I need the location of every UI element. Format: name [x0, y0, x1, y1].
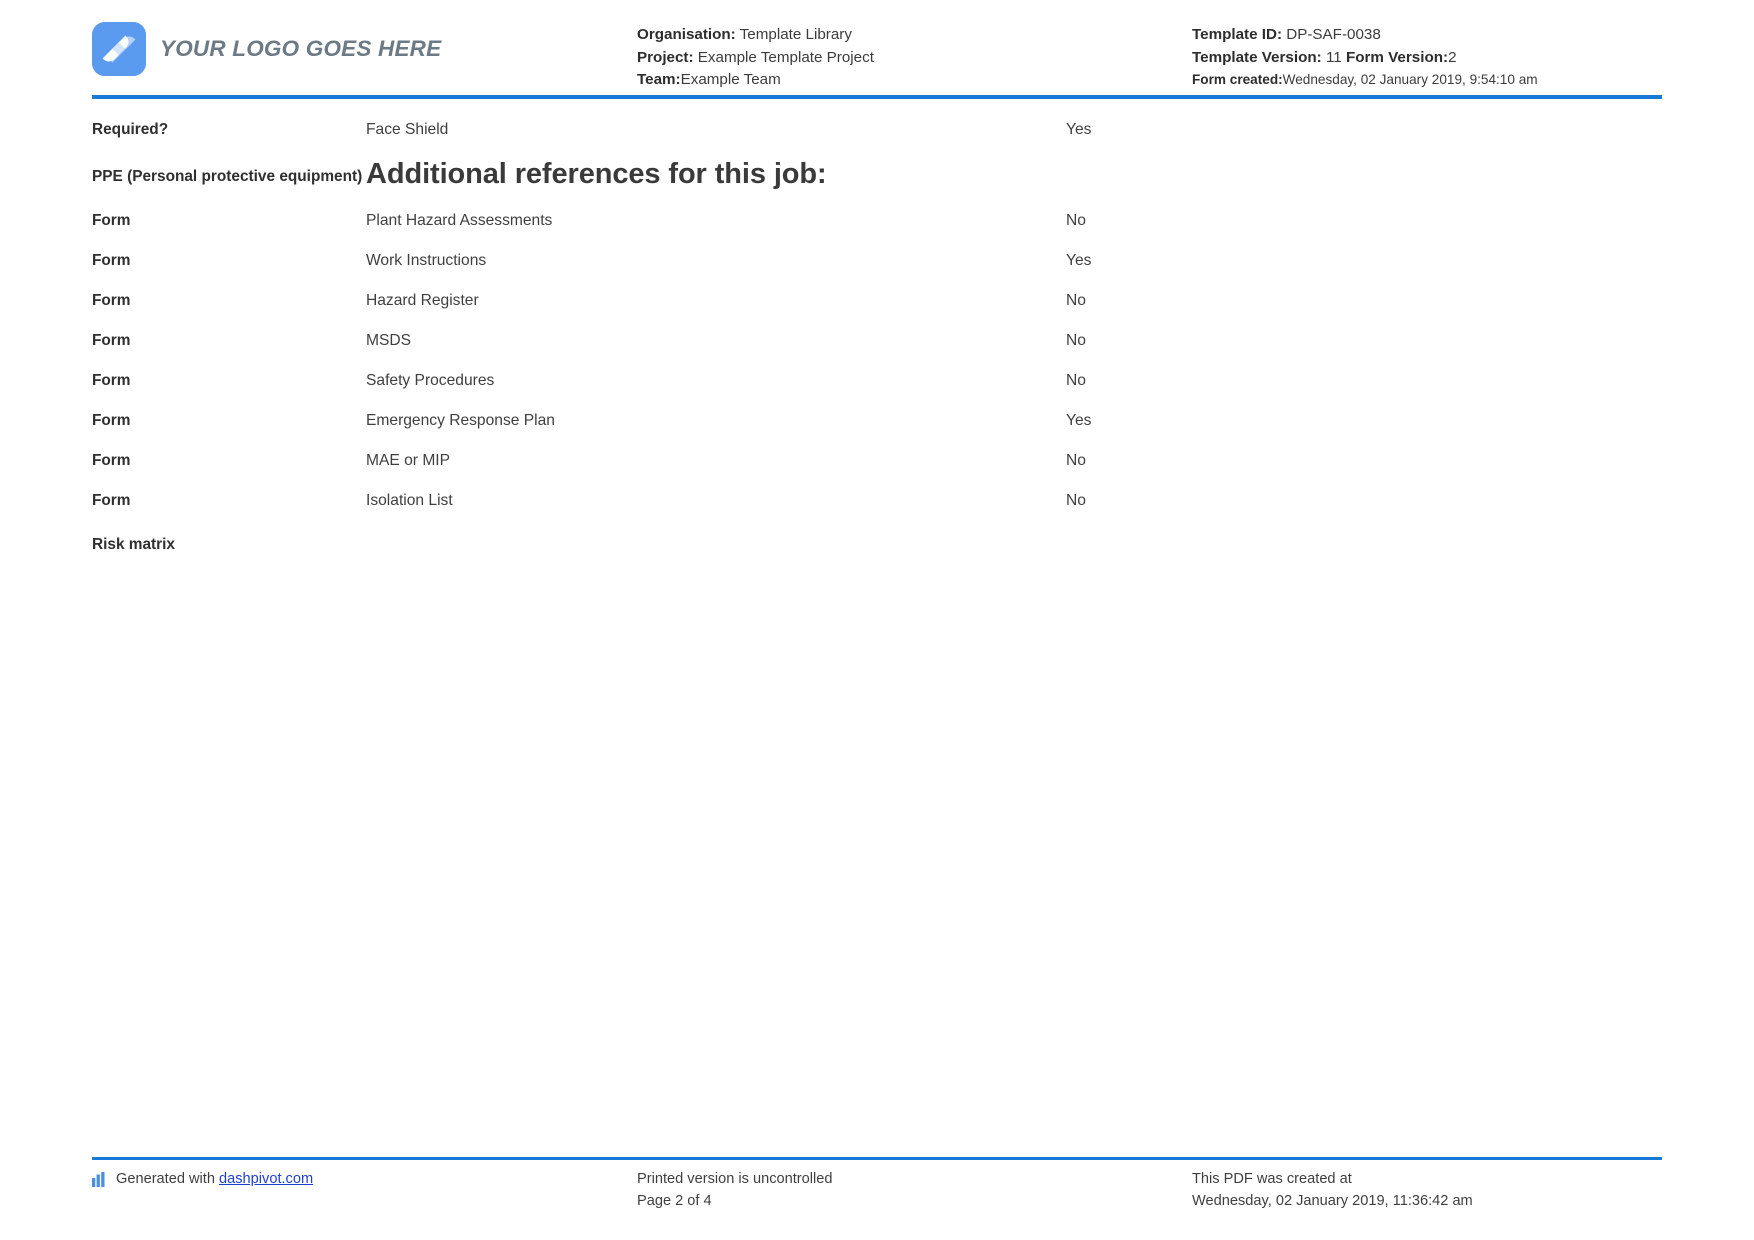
- row-value: Hazard Register: [366, 292, 479, 309]
- table-row: Form Isolation List No: [92, 471, 1662, 511]
- row-value: Work Instructions: [366, 252, 487, 269]
- row-value: Plant Hazard Assessments: [366, 212, 553, 229]
- row-label: Risk matrix: [92, 536, 175, 553]
- row-value: Isolation List: [366, 492, 453, 509]
- row-answer: No: [1066, 452, 1086, 469]
- footer-generated-block: Generated with dashpivot.com: [92, 1168, 637, 1190]
- row-label: Form: [92, 452, 131, 469]
- table-row: Form Work Instructions Yes: [92, 231, 1662, 271]
- table-row: Form Safety Procedures No: [92, 351, 1662, 391]
- document-header: YOUR LOGO GOES HERE Organisation: Templa…: [92, 0, 1662, 98]
- template-version-line: Template Version: 11 Form Version:2: [1192, 47, 1662, 70]
- row-answer: No: [1066, 212, 1086, 229]
- row-label: Form: [92, 412, 131, 429]
- table-row: Form MSDS No: [92, 311, 1662, 351]
- template-version-label: Template Version:: [1192, 48, 1322, 66]
- row-answer: No: [1066, 292, 1086, 309]
- row-answer: Yes: [1066, 252, 1092, 269]
- logo-text: YOUR LOGO GOES HERE: [160, 36, 442, 61]
- printed-notice: Printed version is uncontrolled: [637, 1171, 833, 1187]
- project-line: Project: Example Template Project: [637, 47, 1192, 70]
- row-value: MSDS: [366, 332, 412, 349]
- page-number: Page 2 of 4: [637, 1193, 712, 1209]
- table-row: PPE (Personal protective equipment) Addi…: [92, 140, 1662, 191]
- project-value: Example Template Project: [697, 48, 874, 66]
- row-value: MAE or MIP: [366, 452, 451, 469]
- document-footer: Generated with dashpivot.com Printed ver…: [92, 1168, 1662, 1212]
- row-answer: Yes: [1066, 121, 1092, 138]
- dashpivot-link[interactable]: dashpivot.com: [219, 1171, 313, 1187]
- form-version-label: Form Version:: [1345, 48, 1449, 66]
- row-answer: No: [1066, 372, 1086, 389]
- form-created-line: Form created:Wednesday, 02 January 2019,…: [1192, 69, 1662, 92]
- footer-generated-text: Generated with dashpivot.com: [116, 1168, 313, 1190]
- footer-generated-prefix: Generated with: [116, 1171, 220, 1187]
- row-label: Form: [92, 212, 131, 229]
- organisation-label: Organisation:: [637, 26, 736, 43]
- row-label: Required?: [92, 121, 169, 138]
- template-id-line: Template ID: DP-SAF-0038: [1192, 24, 1662, 47]
- footer-print-block: Printed version is uncontrolled Page 2 o…: [637, 1168, 1192, 1212]
- row-value: Face Shield: [366, 121, 449, 138]
- row-label: Form: [92, 332, 131, 349]
- template-id-value: DP-SAF-0038: [1286, 26, 1381, 43]
- organisation-value: Template Library: [739, 26, 852, 43]
- row-value: Additional references for this job:: [366, 158, 1066, 191]
- team-label: Team:: [637, 71, 681, 89]
- form-created-label: Form created:: [1192, 72, 1283, 88]
- pdf-created-label: This PDF was created at: [1192, 1171, 1352, 1187]
- row-answer: Yes: [1066, 412, 1092, 429]
- form-version-value: 2: [1448, 48, 1457, 66]
- bar-chart-icon: [92, 1171, 109, 1187]
- form-content: Required? Face Shield Yes PPE (Personal …: [92, 116, 1662, 555]
- logo-block: YOUR LOGO GOES HERE: [92, 0, 637, 76]
- template-id-label: Template ID:: [1192, 26, 1283, 43]
- header-organisation-meta: Organisation: Template Library Project: …: [637, 0, 1192, 92]
- organisation-line: Organisation: Template Library: [637, 24, 1192, 47]
- table-row: Form Emergency Response Plan Yes: [92, 391, 1662, 431]
- footer-pdf-block: This PDF was created at Wednesday, 02 Ja…: [1192, 1168, 1662, 1212]
- row-answer: No: [1066, 492, 1086, 509]
- row-label: PPE (Personal protective equipment): [92, 168, 363, 185]
- row-value: Emergency Response Plan: [366, 412, 555, 429]
- team-value: Example Team: [680, 71, 781, 89]
- row-answer: No: [1066, 332, 1086, 349]
- team-line: Team:Example Team: [637, 69, 1192, 92]
- pdf-created-value: Wednesday, 02 January 2019, 11:36:42 am: [1192, 1193, 1473, 1209]
- table-row: Form Hazard Register No: [92, 271, 1662, 311]
- project-label: Project:: [637, 48, 694, 66]
- form-created-value: Wednesday, 02 January 2019, 9:54:10 am: [1282, 72, 1538, 88]
- row-value: Safety Procedures: [366, 372, 495, 389]
- header-divider: [92, 95, 1662, 99]
- table-row: Risk matrix: [92, 511, 1662, 555]
- template-version-value: 11: [1325, 48, 1342, 66]
- table-row: Required? Face Shield Yes: [92, 116, 1662, 140]
- table-row: Form MAE or MIP No: [92, 431, 1662, 471]
- row-label: Form: [92, 252, 131, 269]
- row-label: Form: [92, 372, 131, 389]
- row-label: Form: [92, 292, 131, 309]
- header-template-meta: Template ID: DP-SAF-0038 Template Versio…: [1192, 0, 1662, 92]
- document-page: YOUR LOGO GOES HERE Organisation: Templa…: [0, 0, 1754, 1240]
- dashpivot-logo-icon: [92, 22, 146, 76]
- section-heading: Additional references for this job:: [366, 158, 827, 190]
- table-row: Form Plant Hazard Assessments No: [92, 191, 1662, 231]
- row-label: Form: [92, 492, 131, 509]
- footer-divider: [92, 1157, 1662, 1160]
